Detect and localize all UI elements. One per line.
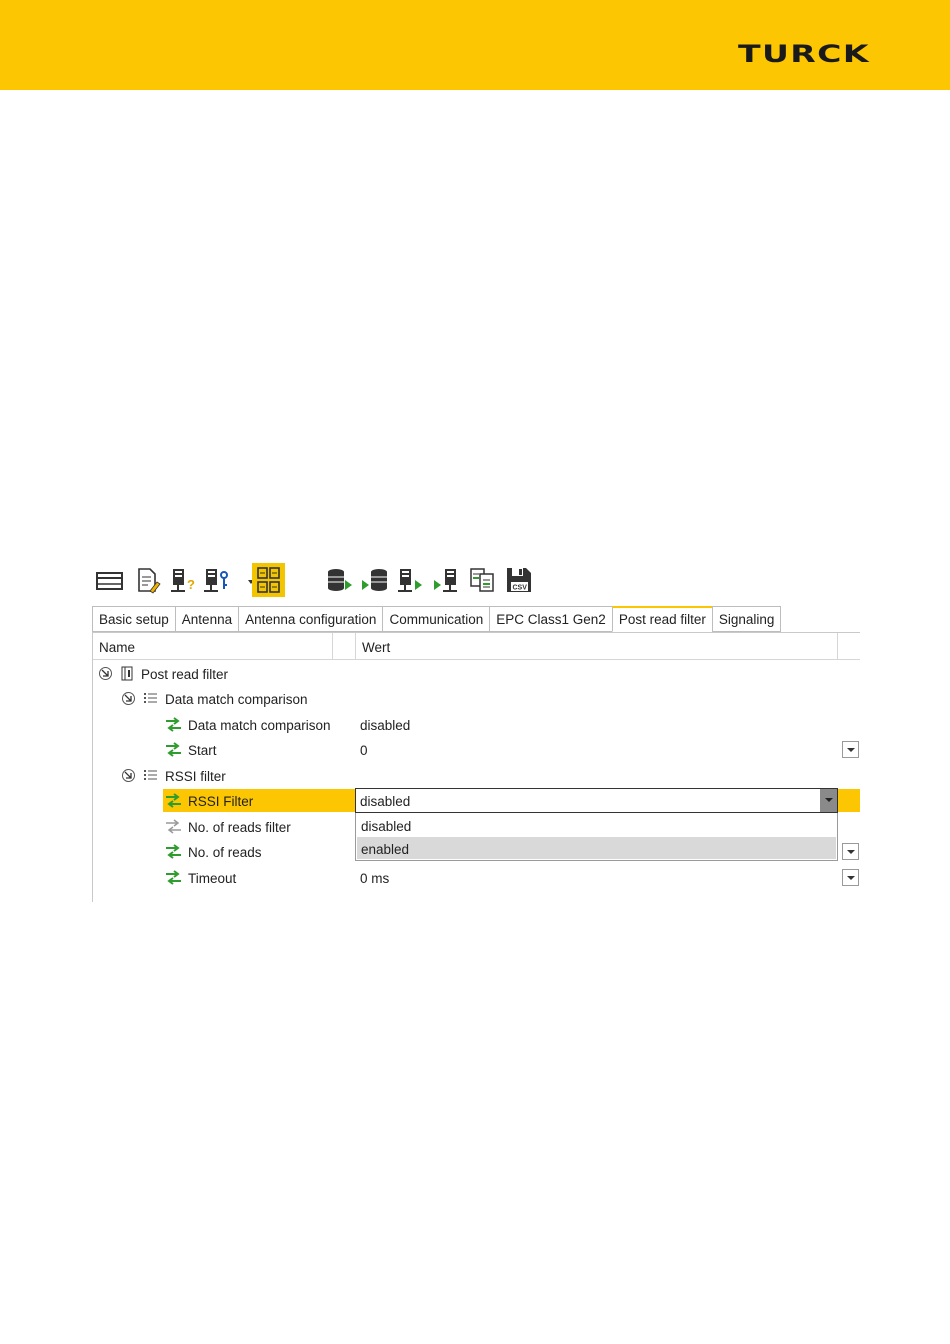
tree-row-data-match-group[interactable]: Data match comparison (93, 687, 860, 712)
dropdown-option-enabled[interactable]: enabled (357, 837, 836, 859)
grid-view-icon[interactable] (252, 563, 285, 597)
tab-basic-setup[interactable]: Basic setup (92, 606, 175, 632)
row-value[interactable]: disabled (360, 718, 410, 733)
device-write-icon[interactable] (432, 565, 462, 595)
tab-antenna[interactable]: Antenna (174, 606, 239, 632)
column-header-value[interactable]: Wert (356, 633, 837, 660)
exchange-arrows-icon (165, 870, 182, 885)
dropdown-button[interactable] (842, 843, 859, 860)
tab-bar: Basic setup Antenna Antenna configuratio… (92, 606, 782, 632)
exchange-arrows-icon (165, 793, 182, 808)
row-label: No. of reads (188, 845, 262, 860)
device-help-icon[interactable]: ? (168, 565, 198, 595)
column-header-spacer (333, 633, 356, 660)
tab-epc-class1-gen2[interactable]: EPC Class1 Gen2 (489, 606, 612, 632)
combobox-chevron-down-icon[interactable] (820, 789, 837, 812)
turck-logo: TURCK (738, 40, 870, 68)
collapse-icon[interactable] (122, 769, 135, 782)
rssi-filter-combobox[interactable]: disabled (355, 788, 838, 813)
device-read-icon[interactable] (396, 565, 426, 595)
list-icon (142, 691, 159, 706)
chevron-down-icon[interactable] (236, 565, 254, 595)
rssi-filter-dropdown-list: disabled enabled (355, 813, 838, 861)
database-read-icon[interactable] (324, 565, 354, 595)
toolbar: ? CSV (92, 561, 542, 599)
edit-document-icon[interactable] (134, 565, 164, 595)
tab-antenna-configuration[interactable]: Antenna configuration (238, 606, 383, 632)
combobox-value: disabled (360, 794, 411, 809)
filter-group-icon (119, 666, 136, 681)
tab-communication[interactable]: Communication (382, 606, 490, 632)
compare-documents-icon[interactable] (468, 565, 498, 595)
row-value[interactable]: 0 (360, 743, 368, 758)
property-row-timeout[interactable]: Timeout 0 ms (93, 866, 860, 891)
panel-layout-icon[interactable] (94, 565, 124, 595)
collapse-icon[interactable] (99, 667, 112, 680)
row-label: Post read filter (141, 667, 229, 682)
save-csv-icon[interactable]: CSV (504, 565, 534, 595)
row-label: No. of reads filter (188, 820, 291, 835)
page-header-band: TURCK (0, 0, 950, 90)
device-key-icon[interactable] (202, 565, 232, 595)
database-write-icon[interactable] (360, 565, 390, 595)
tab-post-read-filter[interactable]: Post read filter (611, 606, 712, 632)
exchange-arrows-icon (165, 742, 182, 757)
row-label: Data match comparison (165, 692, 308, 707)
row-value[interactable]: 0 ms (360, 871, 389, 886)
svg-text:?: ? (187, 577, 195, 592)
row-label: RSSI Filter (188, 794, 254, 809)
row-label: Data match comparison (188, 718, 330, 733)
collapse-icon[interactable] (122, 692, 135, 705)
tab-signaling[interactable]: Signaling (711, 606, 782, 632)
property-row-data-match-comparison[interactable]: Data match comparison disabled (93, 713, 860, 738)
row-label: Start (188, 743, 217, 758)
list-icon (142, 768, 159, 783)
column-header-name[interactable]: Name (93, 633, 332, 660)
property-grid: Name Wert Post read filter Data match co… (92, 632, 860, 902)
exchange-arrows-disabled-icon (165, 819, 182, 834)
exchange-arrows-icon (165, 717, 182, 732)
tree-row-rssi-group[interactable]: RSSI filter (93, 764, 860, 789)
dropdown-button[interactable] (842, 741, 859, 758)
selection-highlight (837, 789, 860, 812)
property-row-start[interactable]: Start 0 (93, 738, 860, 763)
dropdown-option-disabled[interactable]: disabled (357, 814, 836, 836)
exchange-arrows-icon (165, 844, 182, 859)
dropdown-button[interactable] (842, 869, 859, 886)
column-header-extra (838, 633, 860, 660)
row-label: Timeout (188, 871, 237, 886)
row-label: RSSI filter (165, 769, 226, 784)
tree-row-post-read-filter[interactable]: Post read filter (93, 662, 860, 687)
svg-text:CSV: CSV (513, 585, 528, 592)
